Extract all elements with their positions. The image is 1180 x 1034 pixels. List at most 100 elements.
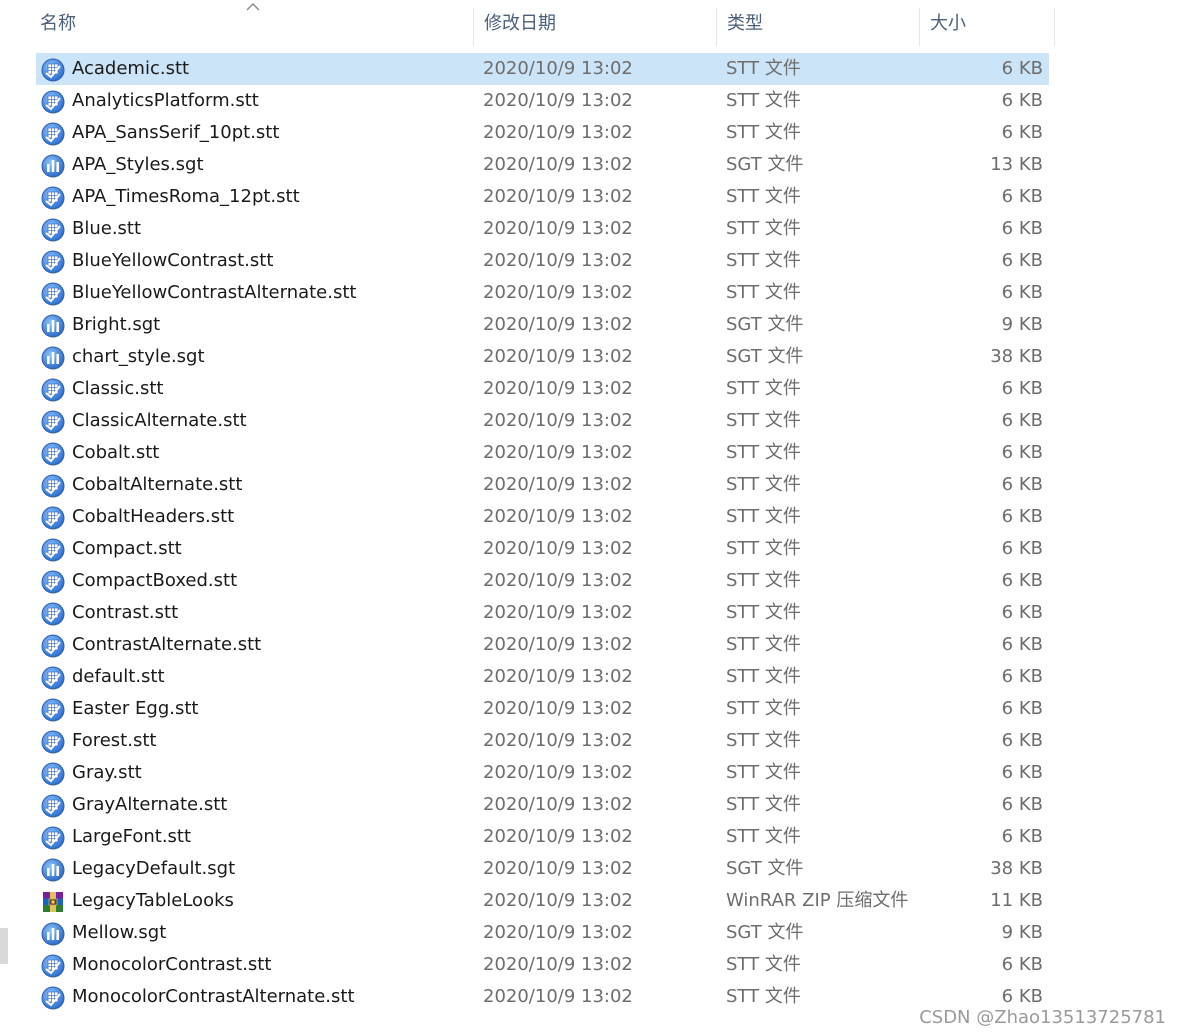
file-name: Gray.stt: [72, 762, 142, 783]
table-look-icon: [41, 90, 65, 114]
file-size: 6 KB: [1001, 730, 1043, 751]
file-row[interactable]: Classic.stt 2020/10/9 13:02 STT 文件 6 KB: [36, 373, 1049, 405]
file-type: STT 文件: [726, 122, 801, 143]
file-row[interactable]: MonocolorContrast.stt 2020/10/9 13:02 STT …: [36, 949, 1049, 981]
file-type: STT 文件: [726, 378, 801, 399]
file-modified-date: 2020/10/9 13:02: [483, 410, 633, 431]
file-row[interactable]: ClassicAlternate.stt 2020/10/9 13:02 STT 文…: [36, 405, 1049, 437]
file-name: Bright.sgt: [72, 314, 161, 335]
file-row[interactable]: chart_style.sgt 2020/10/9 13:02 SGT 文件 38 K…: [36, 341, 1049, 373]
file-row[interactable]: default.stt 2020/10/9 13:02 STT 文件 6 KB: [36, 661, 1049, 693]
file-row[interactable]: BlueYellowContrastAlternate.stt 2020/10/9…: [36, 277, 1049, 309]
table-look-icon: [41, 218, 65, 242]
table-look-icon: [41, 794, 65, 818]
file-name: BlueYellowContrast.stt: [72, 250, 274, 271]
file-row[interactable]: MonocolorContrastAlternate.stt 2020/10/9 …: [36, 981, 1049, 1013]
file-row[interactable]: Bright.sgt 2020/10/9 13:02 SGT 文件 9 KB: [36, 309, 1049, 341]
file-type: STT 文件: [726, 730, 801, 751]
file-size: 6 KB: [1001, 538, 1043, 559]
table-look-icon: [41, 954, 65, 978]
file-name: BlueYellowContrastAlternate.stt: [72, 282, 357, 303]
file-type: STT 文件: [726, 90, 801, 111]
file-modified-date: 2020/10/9 13:02: [483, 762, 633, 783]
file-name: MonocolorContrast.stt: [72, 954, 272, 975]
file-type: STT 文件: [726, 794, 801, 815]
file-type: WinRAR ZIP 压缩文件: [726, 890, 909, 911]
file-name: CompactBoxed.stt: [72, 570, 238, 591]
file-row[interactable]: CobaltAlternate.stt 2020/10/9 13:02 STT 文件…: [36, 469, 1049, 501]
file-size: 6 KB: [1001, 250, 1043, 271]
file-name: CobaltHeaders.stt: [72, 506, 235, 527]
file-modified-date: 2020/10/9 13:02: [483, 154, 633, 175]
file-name: Mellow.sgt: [72, 922, 167, 943]
file-row[interactable]: Contrast.stt 2020/10/9 13:02 STT 文件 6 KB: [36, 597, 1049, 629]
column-header-name[interactable]: 名称: [30, 8, 474, 46]
file-size: 6 KB: [1001, 602, 1043, 623]
chart-template-icon: [41, 154, 65, 178]
file-modified-date: 2020/10/9 13:02: [483, 282, 633, 303]
file-row[interactable]: BlueYellowContrast.stt 2020/10/9 13:02 STT…: [36, 245, 1049, 277]
file-size: 38 KB: [990, 346, 1043, 367]
table-look-icon: [41, 122, 65, 146]
left-scroll-edge[interactable]: [0, 928, 8, 964]
file-modified-date: 2020/10/9 13:02: [483, 218, 633, 239]
table-look-icon: [41, 634, 65, 658]
table-look-icon: [41, 410, 65, 434]
file-size: 6 KB: [1001, 570, 1043, 591]
table-look-icon: [41, 378, 65, 402]
file-size: 11 KB: [990, 890, 1043, 911]
file-type: STT 文件: [726, 58, 801, 79]
file-row[interactable]: LegacyTableLooks 2020/10/9 13:02 WinRAR ZI…: [36, 885, 1049, 917]
file-name: ContrastAlternate.stt: [72, 634, 262, 655]
file-name: Cobalt.stt: [72, 442, 160, 463]
file-row[interactable]: Cobalt.stt 2020/10/9 13:02 STT 文件 6 KB: [36, 437, 1049, 469]
table-look-icon: [41, 986, 65, 1010]
file-type: STT 文件: [726, 666, 801, 687]
column-header-type[interactable]: 类型: [717, 8, 920, 46]
file-size: 6 KB: [1001, 666, 1043, 687]
file-name: APA_Styles.sgt: [72, 154, 204, 175]
file-modified-date: 2020/10/9 13:02: [483, 58, 633, 79]
file-row[interactable]: Forest.stt 2020/10/9 13:02 STT 文件 6 KB: [36, 725, 1049, 757]
table-look-icon: [41, 602, 65, 626]
file-row[interactable]: CobaltHeaders.stt 2020/10/9 13:02 STT 文件 6 …: [36, 501, 1049, 533]
file-type: STT 文件: [726, 474, 801, 495]
file-type: STT 文件: [726, 570, 801, 591]
file-row[interactable]: GrayAlternate.stt 2020/10/9 13:02 STT 文件 6 …: [36, 789, 1049, 821]
table-look-icon: [41, 282, 65, 306]
file-row[interactable]: LargeFont.stt 2020/10/9 13:02 STT 文件 6 KB: [36, 821, 1049, 853]
file-size: 13 KB: [990, 154, 1043, 175]
file-rows: Academic.stt 2020/10/9 13:02 STT 文件 6 KB Ana…: [36, 53, 1049, 1013]
column-header-size[interactable]: 大小: [920, 8, 1055, 46]
file-list-pane: 名称 修改日期 类型 大小 Academic.stt 2020/10/9 13:0…: [0, 0, 1180, 1034]
file-type: STT 文件: [726, 634, 801, 655]
file-modified-date: 2020/10/9 13:02: [483, 666, 633, 687]
file-row[interactable]: AnalyticsPlatform.stt 2020/10/9 13:02 STT …: [36, 85, 1049, 117]
table-look-icon: [41, 762, 65, 786]
file-row[interactable]: Mellow.sgt 2020/10/9 13:02 SGT 文件 9 KB: [36, 917, 1049, 949]
table-look-icon: [41, 506, 65, 530]
file-modified-date: 2020/10/9 13:02: [483, 442, 633, 463]
table-look-icon: [41, 250, 65, 274]
file-size: 6 KB: [1001, 634, 1043, 655]
column-header-date[interactable]: 修改日期: [474, 8, 717, 46]
winrar-archive-icon: [41, 890, 65, 914]
file-row[interactable]: Compact.stt 2020/10/9 13:02 STT 文件 6 KB: [36, 533, 1049, 565]
file-row[interactable]: APA_Styles.sgt 2020/10/9 13:02 SGT 文件 13 KB: [36, 149, 1049, 181]
file-row[interactable]: Blue.stt 2020/10/9 13:02 STT 文件 6 KB: [36, 213, 1049, 245]
file-row[interactable]: Gray.stt 2020/10/9 13:02 STT 文件 6 KB: [36, 757, 1049, 789]
file-name: GrayAlternate.stt: [72, 794, 228, 815]
file-row[interactable]: CompactBoxed.stt 2020/10/9 13:02 STT 文件 6 K…: [36, 565, 1049, 597]
file-name: LegacyDefault.sgt: [72, 858, 236, 879]
file-size: 9 KB: [1001, 314, 1043, 335]
file-row[interactable]: APA_SansSerif_10pt.stt 2020/10/9 13:02 STT…: [36, 117, 1049, 149]
file-size: 6 KB: [1001, 826, 1043, 847]
table-look-icon: [41, 698, 65, 722]
file-row[interactable]: Easter Egg.stt 2020/10/9 13:02 STT 文件 6 KB: [36, 693, 1049, 725]
file-row[interactable]: ContrastAlternate.stt 2020/10/9 13:02 STT …: [36, 629, 1049, 661]
file-row[interactable]: LegacyDefault.sgt 2020/10/9 13:02 SGT 文件 38…: [36, 853, 1049, 885]
table-look-icon: [41, 666, 65, 690]
file-row[interactable]: Academic.stt 2020/10/9 13:02 STT 文件 6 KB: [36, 53, 1049, 85]
file-type: STT 文件: [726, 954, 801, 975]
file-row[interactable]: APA_TimesRoma_12pt.stt 2020/10/9 13:02 STT…: [36, 181, 1049, 213]
